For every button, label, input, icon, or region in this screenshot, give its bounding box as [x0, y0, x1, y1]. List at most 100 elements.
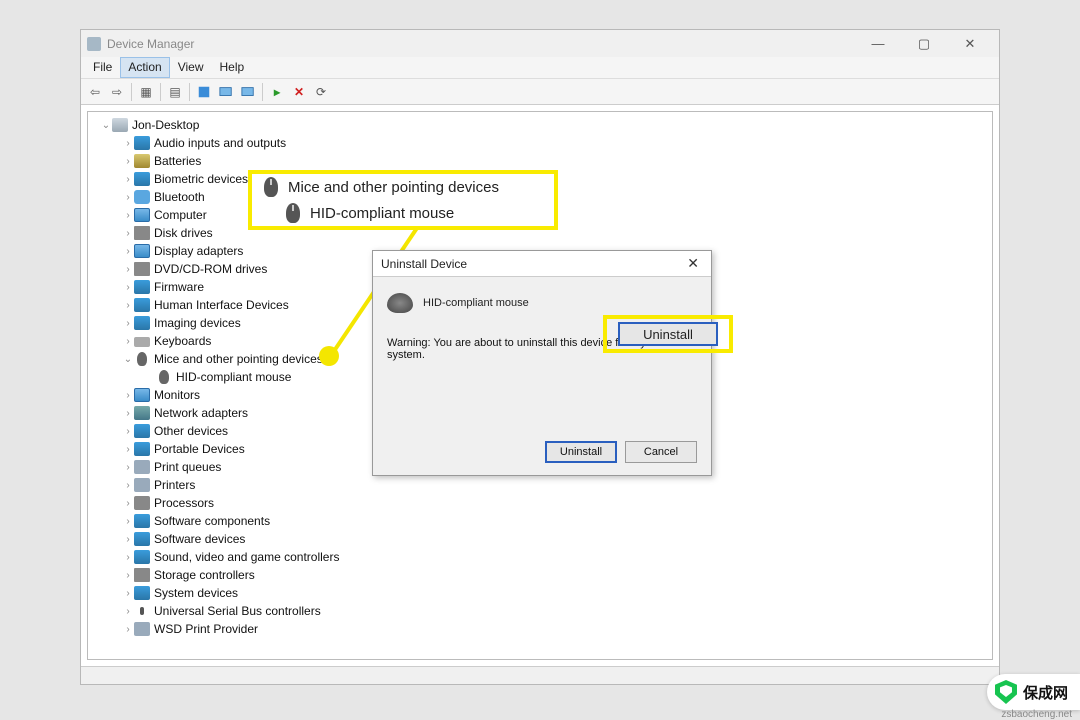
- chevron-icon[interactable]: ›: [122, 588, 134, 599]
- tree-item[interactable]: › WSD Print Provider: [88, 620, 992, 638]
- minimize-button[interactable]: —: [855, 30, 901, 57]
- toolbar-forward-icon[interactable]: ⇨: [107, 82, 127, 102]
- uninstall-dialog: Uninstall Device ✕ HID-compliant mouse W…: [372, 250, 712, 476]
- dialog-device-name: HID-compliant mouse: [423, 297, 529, 309]
- chevron-icon[interactable]: ›: [122, 282, 134, 293]
- chevron-icon[interactable]: ›: [122, 138, 134, 149]
- tree-item-label: WSD Print Provider: [154, 622, 258, 636]
- chevron-icon[interactable]: ›: [122, 174, 134, 185]
- toolbar-update-icon[interactable]: ⟳: [311, 82, 331, 102]
- device-icon: [134, 136, 150, 150]
- device-icon: [134, 154, 150, 168]
- chevron-icon[interactable]: ›: [122, 408, 134, 419]
- chevron-icon[interactable]: ›: [122, 318, 134, 329]
- toolbar-help-icon[interactable]: [194, 82, 214, 102]
- device-icon: [134, 226, 150, 240]
- tree-item-label: Firmware: [154, 280, 204, 294]
- device-icon: [137, 352, 147, 366]
- menubar: File Action View Help: [81, 57, 999, 79]
- tree-item[interactable]: › Batteries: [88, 152, 992, 170]
- chevron-icon[interactable]: ›: [122, 480, 134, 491]
- chevron-icon[interactable]: ›: [122, 570, 134, 581]
- chevron-icon[interactable]: ›: [122, 462, 134, 473]
- dialog-close-button[interactable]: ✕: [683, 255, 703, 272]
- tree-item-label: Portable Devices: [154, 442, 245, 456]
- menu-action[interactable]: Action: [120, 57, 169, 78]
- tree-item[interactable]: › System devices: [88, 584, 992, 602]
- chevron-icon[interactable]: ›: [122, 516, 134, 527]
- toolbar-delete-icon[interactable]: ✕: [289, 82, 309, 102]
- device-icon: [134, 190, 150, 204]
- maximize-button[interactable]: ▢: [901, 30, 947, 57]
- chevron-icon[interactable]: ›: [122, 336, 134, 347]
- site-logo-badge: 保成网: [987, 674, 1080, 710]
- toolbar-scan-icon[interactable]: [216, 82, 236, 102]
- device-icon: [134, 388, 150, 402]
- device-icon: [134, 532, 150, 546]
- menu-file[interactable]: File: [85, 57, 120, 78]
- mouse-icon: [387, 293, 413, 313]
- tree-item-label: Printers: [154, 478, 195, 492]
- menu-view[interactable]: View: [170, 57, 212, 78]
- close-button[interactable]: ✕: [947, 30, 993, 57]
- tree-item-label: Keyboards: [154, 334, 211, 348]
- chevron-icon[interactable]: ›: [122, 192, 134, 203]
- device-icon: [134, 478, 150, 492]
- chevron-icon[interactable]: ›: [122, 246, 134, 257]
- device-icon: [134, 514, 150, 528]
- cancel-button[interactable]: Cancel: [625, 441, 697, 463]
- tree-item[interactable]: › Software devices: [88, 530, 992, 548]
- tree-item-label: Audio inputs and outputs: [154, 136, 286, 150]
- toolbar-add-icon[interactable]: ▸: [267, 82, 287, 102]
- tree-item[interactable]: › Storage controllers: [88, 566, 992, 584]
- toolbar-monitor-icon[interactable]: [238, 82, 258, 102]
- chevron-icon[interactable]: ›: [122, 606, 134, 617]
- chevron-icon[interactable]: ›: [122, 156, 134, 167]
- tree-item[interactable]: › Universal Serial Bus controllers: [88, 602, 992, 620]
- callout-uninstall-button: Uninstall: [603, 315, 733, 353]
- menu-help[interactable]: Help: [212, 57, 253, 78]
- tree-item-label: Print queues: [154, 460, 221, 474]
- chevron-icon[interactable]: ›: [122, 444, 134, 455]
- tree-item[interactable]: › Printers: [88, 476, 992, 494]
- tree-item-label: Biometric devices: [154, 172, 248, 186]
- toolbar-back-icon[interactable]: ⇦: [85, 82, 105, 102]
- chevron-icon[interactable]: ›: [122, 210, 134, 221]
- device-icon: [134, 337, 150, 347]
- device-icon: [134, 568, 150, 582]
- chevron-icon[interactable]: ›: [122, 228, 134, 239]
- tree-item[interactable]: › Sound, video and game controllers: [88, 548, 992, 566]
- toolbar-properties-icon[interactable]: ▤: [165, 82, 185, 102]
- device-icon: [159, 370, 169, 384]
- toolbar: ⇦ ⇨ ▦ ▤ ▸ ✕ ⟳: [81, 79, 999, 105]
- site-name: 保成网: [1023, 682, 1068, 703]
- tree-root[interactable]: ⌄ Jon-Desktop: [88, 116, 992, 134]
- uninstall-button[interactable]: Uninstall: [545, 441, 617, 463]
- chevron-icon[interactable]: ›: [122, 498, 134, 509]
- toolbar-show-hide-icon[interactable]: ▦: [136, 82, 156, 102]
- titlebar: Device Manager — ▢ ✕: [81, 30, 999, 57]
- device-icon: [134, 316, 150, 330]
- tree-item[interactable]: › Software components: [88, 512, 992, 530]
- device-icon: [134, 496, 150, 510]
- tree-item[interactable]: › Processors: [88, 494, 992, 512]
- chevron-icon[interactable]: ›: [122, 390, 134, 401]
- chevron-down-icon[interactable]: ⌄: [100, 120, 112, 131]
- chevron-icon[interactable]: ›: [122, 624, 134, 635]
- device-icon: [134, 298, 150, 312]
- tree-item-label: Monitors: [154, 388, 200, 402]
- chevron-icon[interactable]: ›: [122, 426, 134, 437]
- tree-item[interactable]: › Audio inputs and outputs: [88, 134, 992, 152]
- uninstall-button-highlighted[interactable]: Uninstall: [618, 322, 718, 346]
- chevron-icon[interactable]: ›: [122, 552, 134, 563]
- device-icon: [134, 460, 150, 474]
- device-icon: [134, 586, 150, 600]
- chevron-icon[interactable]: ⌄: [122, 354, 134, 365]
- mouse-icon: [264, 177, 278, 197]
- device-icon: [134, 262, 150, 276]
- tree-item-label: Network adapters: [154, 406, 248, 420]
- device-icon: [134, 172, 150, 186]
- chevron-icon[interactable]: ›: [122, 300, 134, 311]
- chevron-icon[interactable]: ›: [122, 264, 134, 275]
- chevron-icon[interactable]: ›: [122, 534, 134, 545]
